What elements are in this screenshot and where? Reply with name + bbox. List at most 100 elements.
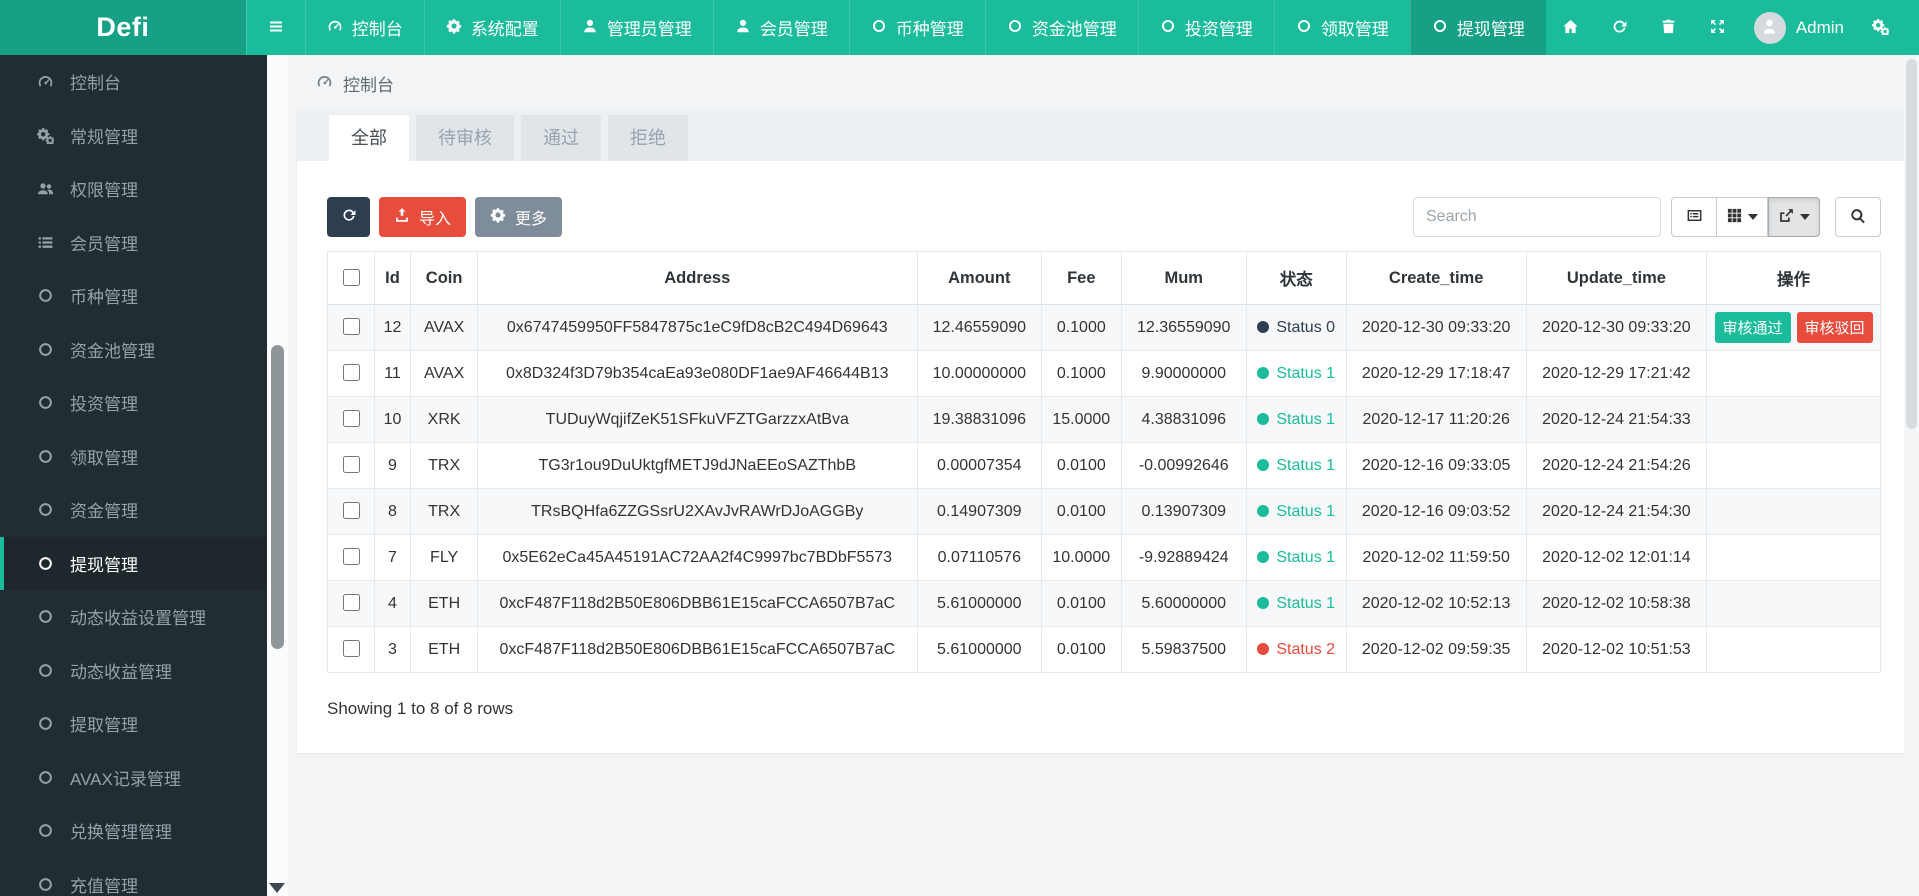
sidebar-item-12[interactable]: 提取管理 — [0, 697, 267, 751]
columns-dropdown-button[interactable] — [1717, 197, 1768, 237]
sidebar-item-6[interactable]: 投资管理 — [0, 376, 267, 430]
nav-item-7[interactable]: 领取管理 — [1273, 0, 1410, 55]
nav-item-8[interactable]: 提现管理 — [1409, 0, 1546, 55]
cell-fee: 0.0100 — [1040, 580, 1122, 627]
approve-button[interactable]: 审核通过 — [1714, 312, 1791, 343]
top-menu: 控制台 系统配置 管理员管理 会员管理 币种管理 资金池管理 投资管理 领取管理 提现管理 — [245, 0, 1546, 55]
cell-checkbox — [327, 396, 375, 443]
tachometer-icon — [316, 73, 333, 93]
cell-status: Status 0 — [1245, 304, 1347, 351]
cell-create-time: 2020-12-02 11:59:50 — [1345, 534, 1527, 581]
home-button[interactable] — [1546, 0, 1595, 55]
tab-0[interactable]: 全部 — [329, 115, 409, 161]
cell-create-time: 2020-12-17 11:20:26 — [1345, 396, 1527, 443]
circle-icon — [1007, 18, 1023, 37]
cell-mum: -0.00992646 — [1120, 442, 1247, 489]
trash-icon — [1660, 18, 1677, 38]
status-badge: Status 2 — [1257, 641, 1335, 658]
tab-2[interactable]: 通过 — [521, 115, 601, 161]
tab-3[interactable]: 拒绝 — [608, 115, 688, 161]
nav-item-5[interactable]: 资金池管理 — [984, 0, 1138, 55]
sidebar-item-label: 资金管理 — [70, 502, 138, 522]
trash-button[interactable] — [1644, 0, 1693, 55]
cell-amount: 19.38831096 — [916, 396, 1042, 443]
brand-logo[interactable]: Defi — [0, 0, 246, 55]
search-button[interactable] — [1835, 197, 1881, 237]
circle-icon — [1296, 18, 1312, 37]
more-button[interactable]: 更多 — [475, 197, 563, 237]
sidebar-item-14[interactable]: 兑换管理管理 — [0, 804, 267, 858]
status-label: Status 1 — [1276, 502, 1336, 520]
sidebar-scrollbar-thumb[interactable] — [271, 345, 284, 649]
sidebar-item-11[interactable]: 动态收益管理 — [0, 644, 267, 698]
nav-item-6[interactable]: 投资管理 — [1137, 0, 1274, 55]
cell-mum: 5.59837500 — [1120, 626, 1247, 673]
sidebar-item-7[interactable]: 领取管理 — [0, 430, 267, 484]
column-header: Amount — [916, 251, 1042, 305]
refresh-button[interactable] — [327, 197, 370, 237]
cell-actions: 审核通过 审核驳回 — [1706, 304, 1881, 351]
scroll-down-arrow-icon[interactable] — [269, 883, 285, 893]
sidebar-item-10[interactable]: 动态收益设置管理 — [0, 590, 267, 644]
row-checkbox[interactable] — [342, 502, 360, 519]
search-input[interactable] — [1413, 197, 1661, 237]
refresh-nav-button[interactable] — [1595, 0, 1644, 55]
cell-status: Status 1 — [1245, 534, 1347, 581]
row-checkbox[interactable] — [342, 318, 360, 335]
window-scrollbar-thumb[interactable] — [1906, 59, 1917, 429]
fullscreen-button[interactable] — [1693, 0, 1742, 55]
cell-amount: 5.61000000 — [916, 626, 1042, 673]
nav-item-4[interactable]: 币种管理 — [848, 0, 985, 55]
row-checkbox[interactable] — [342, 594, 360, 611]
status-badge: Status 1 — [1257, 411, 1335, 428]
table-row: 11 AVAX 0x8D324f3D79b354caEa93e080DF1ae9AF… — [327, 350, 1881, 397]
sidebar-item-0[interactable]: 控制台 — [0, 55, 267, 109]
sidebar-item-13[interactable]: AVAX记录管理 — [0, 751, 267, 805]
list-alt-icon — [1686, 207, 1703, 227]
row-checkbox[interactable] — [342, 640, 360, 657]
sidebar-item-label: 会员管理 — [70, 234, 138, 254]
status-dot-icon — [1257, 320, 1270, 333]
user-menu[interactable]: Admin — [1742, 0, 1856, 55]
export-dropdown-button[interactable] — [1768, 197, 1820, 237]
select-all-checkbox[interactable] — [342, 268, 360, 286]
sidebar-item-4[interactable]: 币种管理 — [0, 269, 267, 323]
settings-button[interactable] — [1856, 0, 1905, 55]
sidebar-scrollbar[interactable] — [267, 55, 288, 896]
sidebar: 控制台 常规管理 权限管理会员管理币种管理 资金池管理投资管理领取管理资金管理提现管理… — [0, 55, 267, 896]
circle-icon — [34, 448, 56, 465]
cell-actions — [1706, 534, 1881, 581]
cell-id: 11 — [373, 350, 412, 397]
import-label: 导入 — [419, 211, 452, 228]
nav-item-3[interactable]: 会员管理 — [712, 0, 849, 55]
cell-coin: FLY — [410, 534, 478, 581]
cell-checkbox — [327, 488, 375, 535]
sidebar-item-1[interactable]: 常规管理 — [0, 109, 267, 163]
row-checkbox[interactable] — [342, 456, 360, 473]
nav-item-1[interactable]: 系统配置 — [423, 0, 560, 55]
sidebar-item-8[interactable]: 资金管理 — [0, 483, 267, 537]
sidebar-item-9[interactable]: 提现管理 — [0, 536, 267, 590]
cell-checkbox — [327, 626, 375, 673]
sidebar-item-2[interactable]: 权限管理 — [0, 162, 267, 216]
row-checkbox[interactable] — [342, 364, 360, 381]
circle-icon — [871, 18, 887, 37]
row-checkbox[interactable] — [342, 410, 360, 427]
window-scrollbar[interactable] — [1904, 55, 1919, 896]
menu-toggle-button[interactable] — [245, 0, 305, 55]
sidebar-item-label: AVAX记录管理 — [70, 769, 181, 789]
gear-icon — [490, 207, 506, 226]
toggle-view-button[interactable] — [1671, 197, 1717, 237]
nav-item-0[interactable]: 控制台 — [304, 0, 424, 55]
cell-status: Status 1 — [1245, 350, 1347, 397]
import-button[interactable]: 导入 — [379, 197, 467, 237]
sidebar-item-3[interactable]: 会员管理 — [0, 216, 267, 270]
reject-button[interactable]: 审核驳回 — [1796, 312, 1873, 343]
status-badge: Status 1 — [1257, 595, 1335, 612]
sidebar-item-5[interactable]: 资金池管理 — [0, 323, 267, 377]
tab-1[interactable]: 待审核 — [416, 115, 514, 161]
sidebar-item-label: 投资管理 — [70, 395, 138, 415]
row-checkbox[interactable] — [342, 548, 360, 565]
sidebar-item-15[interactable]: 充值管理 — [0, 858, 267, 896]
nav-item-2[interactable]: 管理员管理 — [559, 0, 713, 55]
